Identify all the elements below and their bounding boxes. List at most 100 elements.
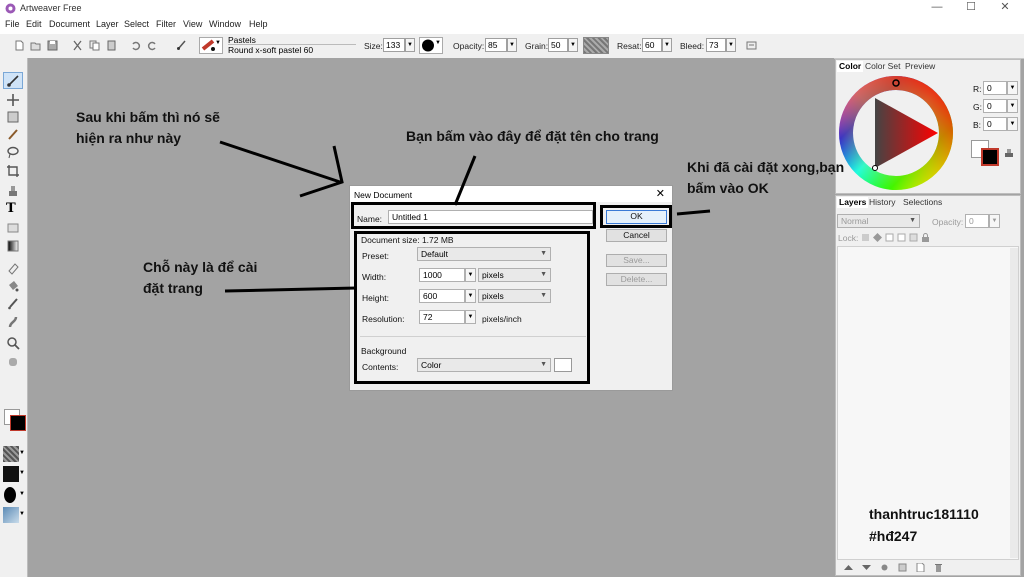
r-input[interactable]: 0 bbox=[983, 81, 1007, 95]
opacity-dropdown[interactable]: ▼ bbox=[507, 38, 517, 52]
menu-bar: File Edit Document Layer Select Filter V… bbox=[0, 16, 1024, 34]
move-layer-up-icon[interactable] bbox=[844, 563, 853, 572]
lock-position-icon[interactable] bbox=[873, 233, 882, 242]
brush-settings-icon[interactable] bbox=[746, 40, 757, 51]
layer-options-icon[interactable] bbox=[880, 563, 889, 572]
new-file-icon[interactable] bbox=[14, 40, 25, 51]
size-input[interactable]: 133 bbox=[383, 38, 405, 52]
eraser-icon[interactable] bbox=[6, 261, 20, 275]
primary-color-box[interactable] bbox=[981, 148, 999, 166]
cancel-button[interactable]: Cancel bbox=[606, 229, 667, 242]
zoom-icon[interactable] bbox=[6, 336, 20, 350]
hand-icon[interactable] bbox=[6, 354, 20, 368]
layer-opacity-input[interactable]: 0 bbox=[965, 214, 989, 228]
brush-shape-swatch[interactable] bbox=[4, 487, 16, 503]
brush-preset-button[interactable]: ▼ bbox=[199, 37, 223, 54]
app-logo-icon bbox=[5, 3, 16, 14]
layer-mask-icon[interactable] bbox=[898, 563, 907, 572]
stamp-icon[interactable] bbox=[6, 184, 20, 198]
annotation-text: hiện ra như này bbox=[76, 130, 182, 146]
r-dropdown[interactable]: ▼ bbox=[1007, 81, 1018, 95]
new-layer-icon[interactable] bbox=[916, 563, 925, 572]
resat-dropdown[interactable]: ▼ bbox=[662, 38, 672, 52]
maximize-button[interactable]: ☐ bbox=[954, 0, 988, 16]
paintbrush-icon[interactable] bbox=[6, 74, 20, 88]
close-window-button[interactable]: ✕ bbox=[988, 0, 1022, 16]
pen-icon[interactable] bbox=[6, 128, 20, 142]
tab-color-set[interactable]: Color Set bbox=[863, 61, 902, 72]
lock-transparency-icon[interactable] bbox=[861, 233, 870, 242]
g-input[interactable]: 0 bbox=[983, 99, 1007, 113]
delete-layer-icon[interactable] bbox=[934, 563, 943, 572]
tab-preview[interactable]: Preview bbox=[903, 61, 937, 72]
delete-preset-button[interactable]: Delete... bbox=[606, 273, 667, 286]
menu-file[interactable]: File bbox=[5, 19, 20, 29]
menu-edit[interactable]: Edit bbox=[26, 19, 42, 29]
crop-icon[interactable] bbox=[6, 164, 20, 178]
move-icon[interactable] bbox=[6, 93, 20, 107]
lasso-icon[interactable] bbox=[6, 146, 20, 160]
gradient-preset-swatch[interactable] bbox=[3, 507, 19, 523]
grain-dropdown[interactable]: ▼ bbox=[568, 38, 578, 52]
open-file-icon[interactable] bbox=[30, 40, 41, 51]
bleed-dropdown[interactable]: ▼ bbox=[726, 38, 736, 52]
redo-icon[interactable] bbox=[147, 40, 158, 51]
cut-icon[interactable] bbox=[72, 40, 83, 51]
b-input[interactable]: 0 bbox=[983, 117, 1007, 131]
paste-icon[interactable] bbox=[106, 40, 117, 51]
menu-document[interactable]: Document bbox=[49, 19, 90, 29]
save-file-icon[interactable] bbox=[47, 40, 58, 51]
tab-selections[interactable]: Selections bbox=[901, 197, 944, 208]
size-label: Size: bbox=[364, 41, 383, 51]
shape-icon[interactable] bbox=[6, 221, 20, 235]
minimize-button[interactable]: — bbox=[920, 0, 954, 16]
fill-bucket-icon[interactable] bbox=[6, 279, 20, 293]
move-layer-down-icon[interactable] bbox=[862, 563, 871, 572]
lock-all-icon[interactable] bbox=[909, 233, 918, 242]
menu-window[interactable]: Window bbox=[209, 19, 241, 29]
menu-filter[interactable]: Filter bbox=[156, 19, 176, 29]
undo-icon[interactable] bbox=[130, 40, 141, 51]
chevron-down-icon: ▼ bbox=[909, 217, 916, 224]
lock-icons[interactable] bbox=[861, 233, 953, 243]
name-field-highlight bbox=[351, 202, 596, 229]
eyedropper-icon[interactable] bbox=[6, 297, 20, 311]
brush-texture-swatch[interactable] bbox=[3, 466, 19, 482]
tab-history[interactable]: History bbox=[867, 197, 897, 208]
rectangle-select-icon[interactable] bbox=[6, 110, 20, 124]
brush-tool-icon[interactable] bbox=[176, 40, 187, 51]
tab-color[interactable]: Color bbox=[837, 61, 864, 72]
bleed-input[interactable]: 73 bbox=[706, 38, 726, 52]
primary-color-swatch[interactable] bbox=[10, 415, 26, 431]
paper-preset-swatch[interactable] bbox=[3, 446, 19, 462]
layer-list-scrollbar[interactable] bbox=[1010, 248, 1018, 558]
menu-layer[interactable]: Layer bbox=[96, 19, 119, 29]
layer-opacity-dropdown[interactable]: ▼ bbox=[989, 214, 1000, 228]
grain-input[interactable]: 50 bbox=[548, 38, 568, 52]
resat-input[interactable]: 60 bbox=[642, 38, 662, 52]
swap-colors-icon[interactable] bbox=[1004, 148, 1014, 158]
watermark: thanhtruc181110 #hđ247 bbox=[869, 503, 979, 547]
paper-texture-button[interactable] bbox=[583, 37, 609, 54]
blend-mode-select[interactable]: Normal ▼ bbox=[837, 214, 920, 228]
pastel-brush-icon bbox=[201, 39, 215, 51]
brush-tip-button[interactable]: ▼ bbox=[419, 37, 443, 54]
annotation-text: Sau khi bấm thì nó sẽ bbox=[76, 109, 220, 125]
lock-image-icon[interactable] bbox=[897, 233, 906, 242]
lock-pixels-icon[interactable] bbox=[885, 233, 894, 242]
size-dropdown[interactable]: ▼ bbox=[405, 38, 415, 52]
gradient-icon[interactable] bbox=[6, 239, 20, 253]
g-dropdown[interactable]: ▼ bbox=[1007, 99, 1018, 113]
lock-icon[interactable] bbox=[921, 233, 930, 242]
menu-help[interactable]: Help bbox=[249, 19, 268, 29]
menu-select[interactable]: Select bbox=[124, 19, 149, 29]
copy-icon[interactable] bbox=[89, 40, 100, 51]
color-wheel[interactable] bbox=[838, 75, 954, 191]
dialog-close-icon[interactable]: ✕ bbox=[656, 187, 665, 200]
text-tool-icon[interactable]: T bbox=[6, 202, 20, 216]
b-dropdown[interactable]: ▼ bbox=[1007, 117, 1018, 131]
menu-view[interactable]: View bbox=[183, 19, 202, 29]
smudge-icon[interactable] bbox=[6, 315, 20, 329]
opacity-input[interactable]: 85 bbox=[485, 38, 507, 52]
save-preset-button[interactable]: Save... bbox=[606, 254, 667, 267]
